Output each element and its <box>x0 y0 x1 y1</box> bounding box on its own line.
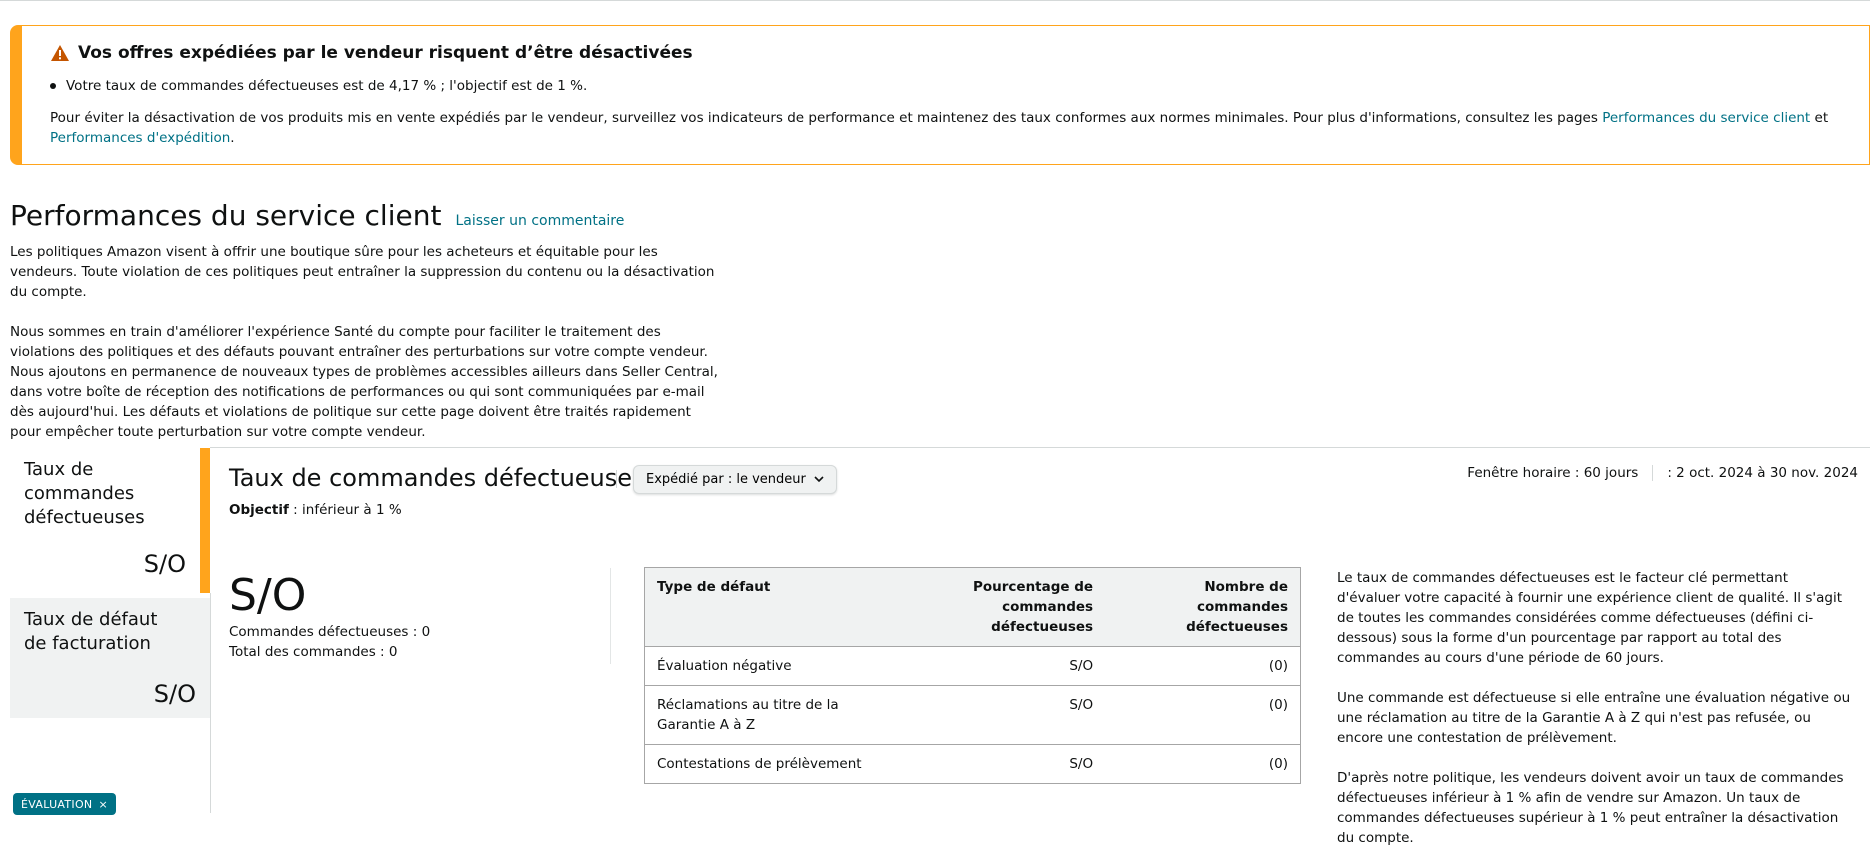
alert-body: Pour éviter la désactivation de vos prod… <box>50 108 1840 148</box>
shipping-performance-link[interactable]: Performances d'expédition <box>50 130 230 146</box>
time-window-label: Fenêtre horaire : 60 jours <box>1467 465 1639 481</box>
metric-description: Le taux de commandes défectueuses est le… <box>1337 568 1855 868</box>
row-defect-type: Évaluation négative <box>644 646 901 686</box>
row-percentage: S/O <box>900 685 1106 745</box>
intro-text: Les politiques Amazon visent à offrir un… <box>10 242 722 462</box>
page-title: Performances du service client <box>10 199 442 232</box>
sidebar-item-label: Taux de commandes défectueuses <box>24 459 145 528</box>
row-count: (0) <box>1105 685 1301 745</box>
top-divider <box>0 0 1870 1</box>
warning-icon <box>51 45 69 61</box>
defective-orders-count: Commandes défectueuses : 0 <box>229 624 431 640</box>
fulfillment-dropdown[interactable]: Expédié par : le vendeur <box>633 465 837 494</box>
header-defect-percentage: Pourcentage de commandes défectueuses <box>900 567 1106 647</box>
time-window-dates: : 2 oct. 2024 à 30 nov. 2024 <box>1667 465 1858 481</box>
row-count: (0) <box>1105 744 1301 784</box>
sidebar-item-value: S/O <box>143 550 186 578</box>
description-paragraph-1: Le taux de commandes défectueuses est le… <box>1337 570 1842 666</box>
objective-value: : inférieur à 1 % <box>288 502 402 518</box>
header-defect-type: Type de défaut <box>644 567 901 647</box>
intro-paragraph-1: Les politiques Amazon visent à offrir un… <box>10 244 715 300</box>
row-defect-type: Contestations de prélèvement <box>644 744 901 784</box>
time-window-separator <box>1652 465 1654 481</box>
intro-paragraph-2: Nous sommes en train d'améliorer l'expér… <box>10 324 718 440</box>
table-row: Évaluation négative S/O (0) <box>644 646 1301 686</box>
time-window: Fenêtre horaire : 60 jours : 2 oct. 2024… <box>1467 465 1858 481</box>
row-count: (0) <box>1105 646 1301 686</box>
table-header-row: Type de défaut Pourcentage de commandes … <box>644 567 1301 647</box>
section-divider <box>210 447 1870 448</box>
metric-separator <box>610 568 611 664</box>
row-defect-type: Réclamations au titre de la Garantie A à… <box>644 685 901 745</box>
dropdown-label: Expédié par : le vendeur <box>646 472 806 487</box>
header-defect-count: Nombre de commandes défectueuses <box>1105 567 1301 647</box>
objective-label: Objectif <box>229 502 289 518</box>
alert-bullet-text: Votre taux de commandes défectueuses est… <box>66 78 588 94</box>
alert-connector: et <box>1810 110 1829 126</box>
metric-big-value: S/O <box>229 570 307 621</box>
table-row: Réclamations au titre de la Garantie A à… <box>644 685 1301 745</box>
metric-title: Taux de commandes défectueuses <box>229 464 645 492</box>
alert-title-row: Vos offres expédiées par le vendeur risq… <box>50 43 693 63</box>
page-title-row: Performances du service client Laisser u… <box>10 199 624 232</box>
alert-title: Vos offres expédiées par le vendeur risq… <box>78 43 693 63</box>
sidebar-item-label: Taux de défaut de facturation <box>24 609 158 654</box>
table-row: Contestations de prélèvement S/O (0) <box>644 744 1301 784</box>
description-paragraph-2: Une commande est défectueuse si elle ent… <box>1337 690 1851 746</box>
row-percentage: S/O <box>900 744 1106 784</box>
close-icon[interactable]: × <box>98 798 108 811</box>
filter-chip-label: ÉVALUATION <box>21 797 93 811</box>
leave-feedback-link[interactable]: Laisser un commentaire <box>455 213 624 229</box>
customer-service-performance-link[interactable]: Performances du service client <box>1602 110 1810 126</box>
sidebar-border <box>210 593 211 813</box>
total-orders-count: Total des commandes : 0 <box>229 644 398 660</box>
alert-end: . <box>230 130 235 146</box>
sidebar-item-invoice-defect-rate[interactable]: Taux de défaut de facturation S/O <box>10 598 210 718</box>
defect-table: Type de défaut Pourcentage de commandes … <box>644 567 1301 784</box>
bullet-dot-icon <box>50 83 56 89</box>
alert-bullet-item: Votre taux de commandes défectueuses est… <box>50 78 587 94</box>
title-separator <box>616 470 617 488</box>
description-paragraph-3: D'après notre politique, les vendeurs do… <box>1337 770 1844 846</box>
filter-chip-evaluation[interactable]: ÉVALUATION × <box>13 793 116 815</box>
chevron-down-icon <box>814 476 824 483</box>
row-percentage: S/O <box>900 646 1106 686</box>
alert-body-text: Pour éviter la désactivation de vos prod… <box>50 110 1603 126</box>
warning-alert: Vos offres expédiées par le vendeur risq… <box>10 25 1870 165</box>
sidebar-item-order-defect-rate[interactable]: Taux de commandes défectueuses S/O <box>10 448 210 593</box>
objective-text: Objectif : inférieur à 1 % <box>229 502 402 518</box>
sidebar-item-value: S/O <box>153 680 196 708</box>
